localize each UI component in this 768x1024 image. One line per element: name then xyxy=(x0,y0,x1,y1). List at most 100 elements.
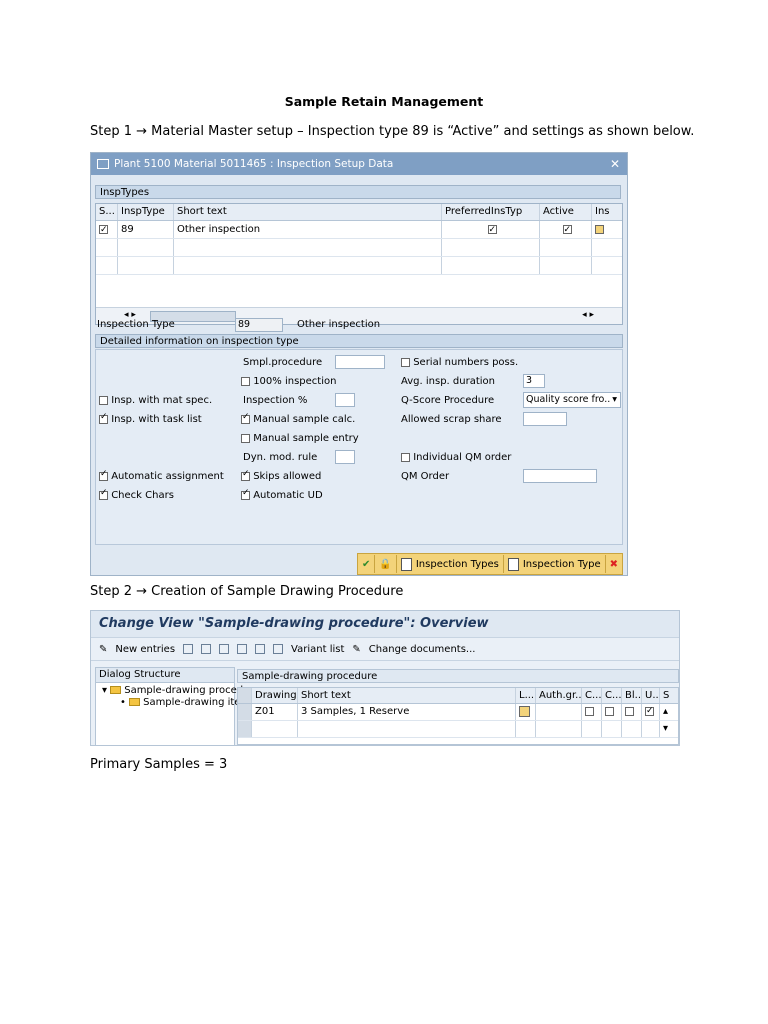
chevron-down-icon[interactable]: ▾ xyxy=(612,393,617,407)
row-selector[interactable] xyxy=(238,704,252,720)
window-title-bar: Plant 5100 Material 5011465 : Inspection… xyxy=(91,153,627,175)
insp-task-list-checkbox[interactable] xyxy=(99,412,108,424)
procedure-grid: Drawing... Short text L... Auth.gr... C.… xyxy=(237,687,679,745)
primary-samples-text: Primary Samples = 3 xyxy=(90,757,228,772)
col-short-text[interactable]: Short text xyxy=(298,688,516,703)
manual-sample-entry-label: Manual sample entry xyxy=(253,433,359,444)
row-short-text: 3 Samples, 1 Reserve xyxy=(298,704,516,720)
tree-item-procedure[interactable]: ▾ Sample-drawing procedu xyxy=(96,683,249,696)
col-s[interactable]: S xyxy=(660,688,678,703)
insp-pct-label: Inspection % xyxy=(243,395,308,406)
allowed-scrap-label: Allowed scrap share xyxy=(401,414,502,425)
step2-text: Step 2 → Creation of Sample Drawing Proc… xyxy=(90,584,404,599)
step1-text: Step 1 → Material Master setup – Inspect… xyxy=(90,124,695,139)
serial-numbers-checkbox[interactable] xyxy=(401,357,410,367)
auto-assign-label: Automatic assignment xyxy=(111,471,224,482)
qscore-select[interactable]: Quality score fro.. ▾ xyxy=(523,392,621,408)
page-icon xyxy=(507,557,519,571)
col-bl[interactable]: Bl... xyxy=(622,688,642,703)
row-short-text: Other inspection xyxy=(174,221,442,238)
col-l[interactable]: L... xyxy=(516,688,536,703)
u-checkbox[interactable] xyxy=(645,704,654,719)
scroll-right-icon[interactable]: ◂ ▸ xyxy=(582,310,594,320)
individual-qm-checkbox[interactable] xyxy=(401,452,410,462)
confirm-button[interactable]: ✔ xyxy=(358,555,376,573)
bl-checkbox[interactable] xyxy=(625,706,634,716)
c1-checkbox[interactable] xyxy=(585,706,594,716)
close-icon[interactable]: ✕ xyxy=(607,156,623,172)
button-bar: ✔ 🔒 Inspection Types Inspection Type ✖ xyxy=(357,553,624,575)
inspection-type-button[interactable]: Inspection Type xyxy=(504,555,606,573)
smpl-procedure-input[interactable] xyxy=(335,355,385,369)
change-documents-button[interactable]: Change documents... xyxy=(369,644,476,655)
col-c2[interactable]: C... xyxy=(602,688,622,703)
col-drawing[interactable]: Drawing... xyxy=(252,688,298,703)
manual-sample-calc-checkbox[interactable] xyxy=(241,412,250,424)
auto-assign-checkbox[interactable] xyxy=(99,469,108,481)
scroll-down-icon[interactable]: ▾ xyxy=(660,721,678,737)
skips-allowed-checkbox[interactable] xyxy=(241,469,250,481)
insp-pct-input[interactable] xyxy=(335,393,355,407)
change-docs-icon[interactable]: ✎ xyxy=(352,644,360,655)
avg-duration-input[interactable]: 3 xyxy=(523,374,545,388)
inspection-type-label: Inspection Type xyxy=(97,319,175,330)
row-select-checkbox[interactable] xyxy=(99,222,108,238)
col-active[interactable]: Active xyxy=(540,204,592,220)
col-auth-group[interactable]: Auth.gr... xyxy=(536,688,582,703)
inspection-types-button[interactable]: Inspection Types xyxy=(397,555,504,573)
col-insp-type[interactable]: InspType xyxy=(118,204,174,220)
col-preferred[interactable]: PreferredInsTyp xyxy=(442,204,540,220)
new-entries-button[interactable]: New entries xyxy=(115,644,175,655)
insp-mat-spec-checkbox[interactable] xyxy=(99,395,108,405)
table-row[interactable]: Z01 3 Samples, 1 Reserve ▴ xyxy=(238,704,678,721)
long-text-icon[interactable] xyxy=(519,705,530,717)
skips-allowed-label: Skips allowed xyxy=(253,471,322,482)
deselect-icon[interactable] xyxy=(273,644,284,654)
manual-sample-entry-checkbox[interactable] xyxy=(241,433,250,443)
automatic-ud-checkbox[interactable] xyxy=(241,488,250,500)
qm-order-label: QM Order xyxy=(401,471,450,482)
pct-100-label: 100% inspection xyxy=(253,376,337,387)
avg-duration-label: Avg. insp. duration xyxy=(401,376,495,387)
select-block-icon[interactable] xyxy=(255,644,266,654)
select-all-icon[interactable] xyxy=(237,644,248,654)
col-c1[interactable]: C... xyxy=(582,688,602,703)
variant-list-button[interactable]: Variant list xyxy=(291,644,344,655)
tree-header: Dialog Structure xyxy=(96,668,234,683)
table-row-empty[interactable]: ▾ xyxy=(238,721,678,738)
col-u[interactable]: U... xyxy=(642,688,660,703)
undo-icon[interactable] xyxy=(219,644,230,654)
lock-button[interactable]: 🔒 xyxy=(375,555,397,573)
active-checkbox[interactable] xyxy=(562,222,572,238)
tree-item-drawing-item[interactable]: • Sample-drawing item xyxy=(96,696,250,708)
pct-100-checkbox[interactable] xyxy=(241,376,250,386)
expand-icon[interactable]: ▾ xyxy=(102,685,107,696)
dyn-mod-rule-label: Dyn. mod. rule xyxy=(243,452,318,463)
table-row-empty[interactable] xyxy=(96,257,622,275)
window-title: Plant 5100 Material 5011465 : Inspection… xyxy=(114,158,394,170)
sample-drawing-window: Change View "Sample-drawing procedure": … xyxy=(90,610,680,746)
table-row[interactable]: 89 Other inspection xyxy=(96,221,622,239)
col-selected[interactable]: S... xyxy=(96,204,118,220)
display-change-icon[interactable]: ✎ xyxy=(99,644,107,655)
check-chars-checkbox[interactable] xyxy=(99,488,108,500)
col-short-text[interactable]: Short text xyxy=(174,204,442,220)
c2-checkbox[interactable] xyxy=(605,706,614,716)
scroll-up-icon[interactable]: ▴ xyxy=(660,704,678,720)
copy-icon[interactable] xyxy=(183,644,194,654)
qm-order-input[interactable] xyxy=(523,469,597,483)
allowed-scrap-input[interactable] xyxy=(523,412,567,426)
details-icon[interactable] xyxy=(595,224,604,234)
cancel-button[interactable]: ✖ xyxy=(606,555,622,573)
table-row-empty[interactable] xyxy=(96,239,622,257)
row-selector-header[interactable] xyxy=(238,688,252,703)
col-ins[interactable]: Ins xyxy=(592,204,622,220)
dyn-mod-rule-input[interactable] xyxy=(335,450,355,464)
folder-icon xyxy=(110,686,122,694)
toolbar: ✎ New entries Variant list ✎ Change docu… xyxy=(91,638,679,661)
inspection-type-field[interactable]: 89 xyxy=(235,318,283,332)
individual-qm-label: Individual QM order xyxy=(413,452,512,463)
manual-sample-calc-label: Manual sample calc. xyxy=(253,414,356,425)
preferred-checkbox[interactable] xyxy=(487,222,497,238)
delete-icon[interactable] xyxy=(201,644,212,654)
